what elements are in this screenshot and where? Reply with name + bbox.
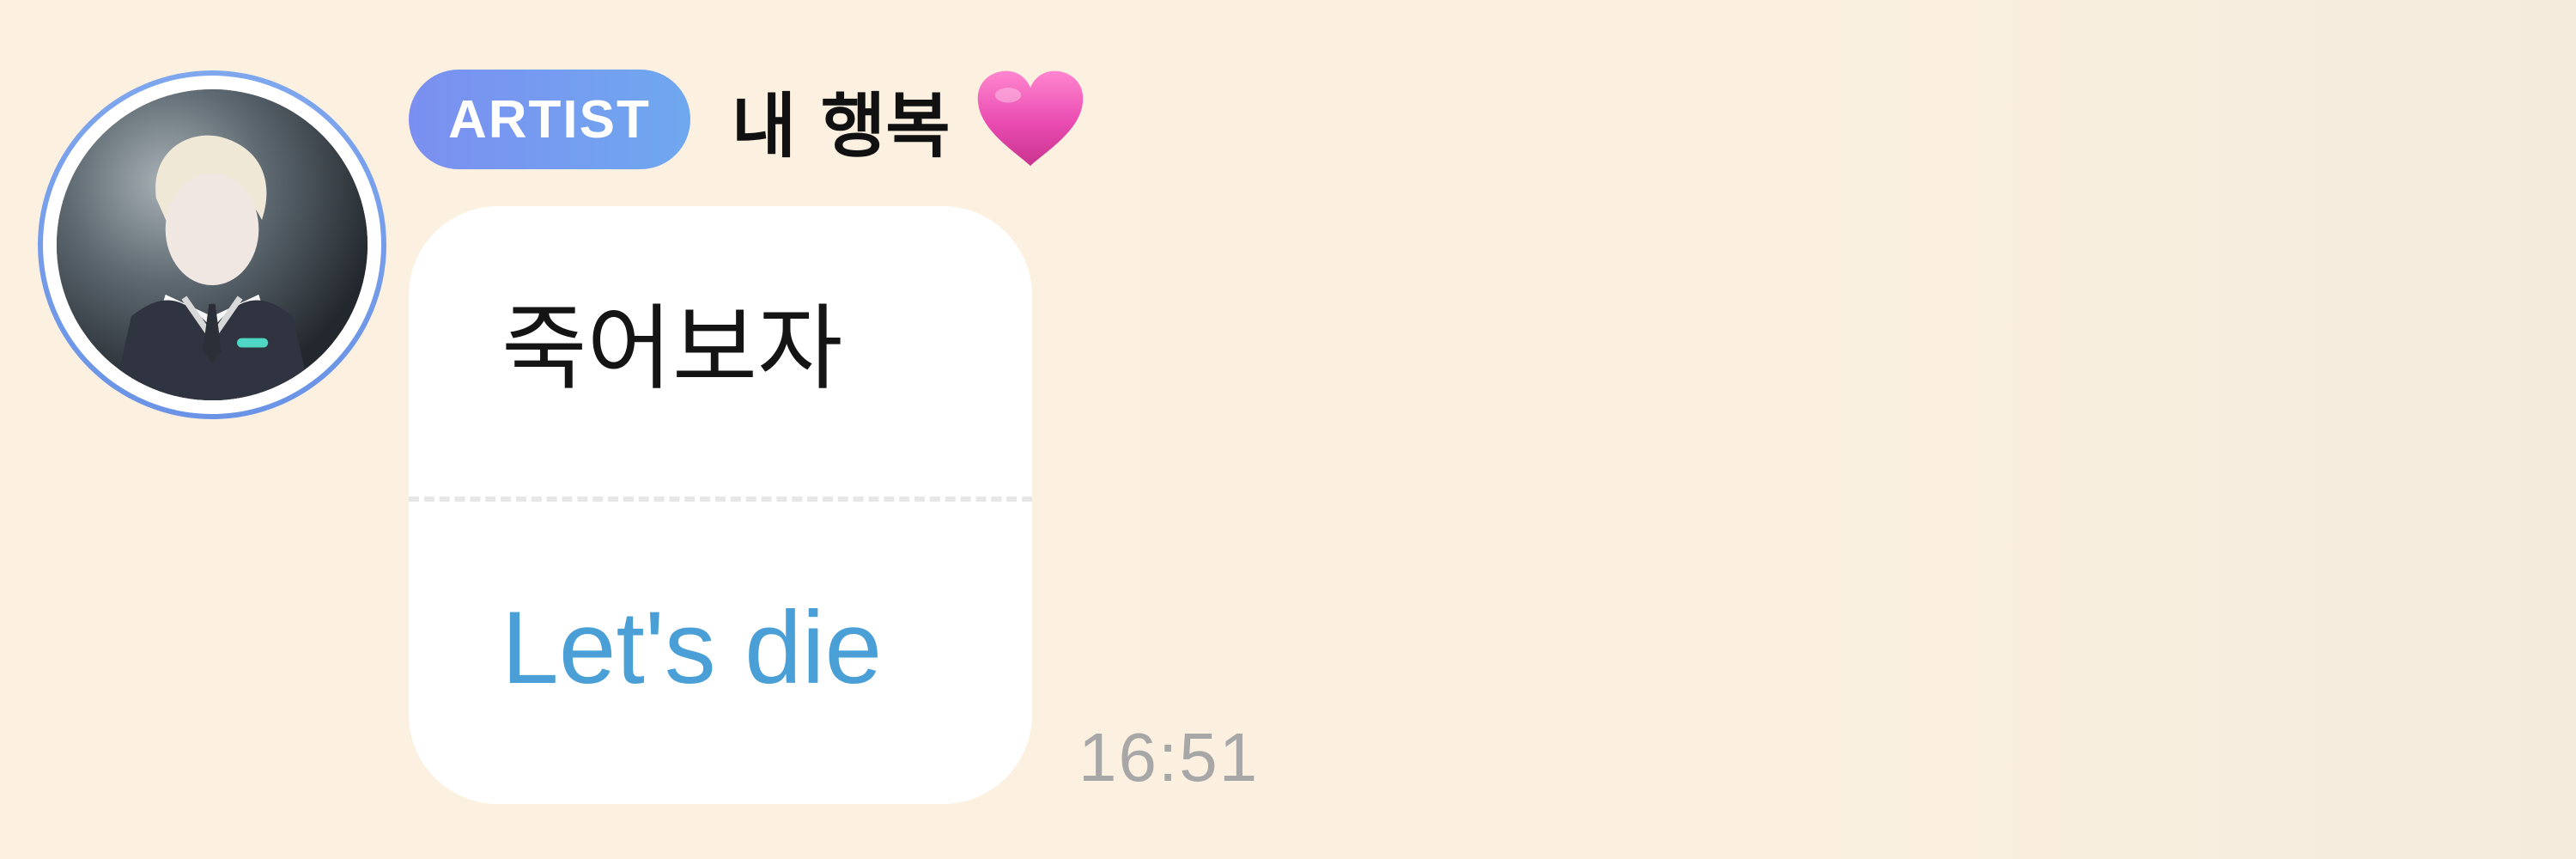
avatar-border (43, 76, 381, 414)
original-message-text: 죽어보자 (501, 295, 843, 403)
translated-message-text: Let's die (501, 590, 883, 705)
chat-screen: ARTIST 내 행복 죽어보자 Let's die 16:51 (0, 0, 2576, 859)
avatar[interactable] (38, 70, 386, 419)
avatar-portrait-image (57, 89, 368, 400)
message-timestamp: 16:51 (1078, 719, 1260, 795)
artist-badge: ARTIST (409, 70, 690, 169)
message-bubble[interactable]: 죽어보자 Let's die (409, 206, 1032, 804)
translation-divider (409, 497, 1032, 502)
avatar-photo (57, 89, 368, 400)
sender-name-text: 내 행복 (731, 85, 951, 168)
sender-name: 내 행복 (732, 69, 1086, 171)
pink-heart-icon (977, 70, 1084, 167)
message-header: ARTIST 내 행복 (409, 67, 1086, 172)
